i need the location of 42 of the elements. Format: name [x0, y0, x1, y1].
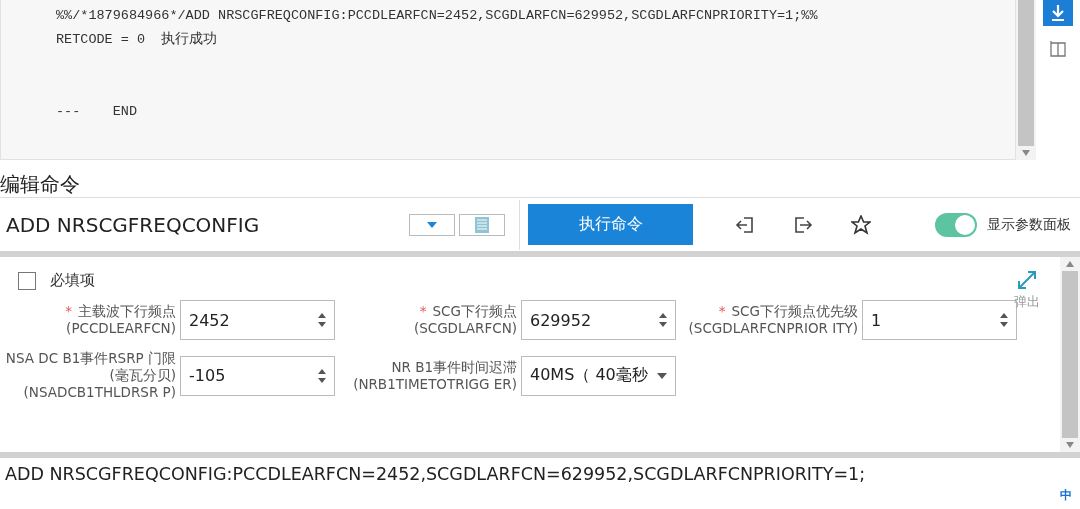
download-button[interactable]: [1043, 0, 1073, 26]
columns-icon[interactable]: [1049, 40, 1067, 58]
spinner-arrows-icon: [1000, 312, 1008, 328]
scrollbar-thumb[interactable]: [1062, 271, 1078, 438]
number-field[interactable]: -105: [180, 355, 335, 396]
output-line: %%/*1879684966*/ADD NRSCGFREQCONFIG:PCCDLEARFCN=2452,SCGDLARFCN=629952,SCGDLARFCNPRIORITY=1;%%: [56, 7, 819, 25]
command-field[interactable]: ADD NRSCGFREQCONFIG: [0, 199, 520, 250]
toggle-switch[interactable]: [935, 212, 977, 237]
field-label: * SCG下行频点 (SCGDLARFCN): [412, 303, 517, 337]
toggle-label: 显示参数面板: [987, 215, 1071, 234]
number-field[interactable]: 2452: [180, 300, 335, 340]
export-icon: [793, 215, 813, 234]
expand-icon[interactable]: [1016, 269, 1038, 291]
field-label: NSA DC B1事件RSRP 门限(毫瓦分贝) (NSADCB1THLDRSR P): [4, 350, 176, 401]
spinner-arrows-icon: [318, 312, 326, 328]
caret-icon: [427, 221, 437, 228]
field-label: NR B1事件时间迟滞 (NRB1TIMETOTRIGG ER): [352, 358, 517, 393]
output-line: --- END: [56, 103, 138, 121]
field-label: * SCG下行频点优先级 (SCGDLARFCNPRIOR ITY): [687, 303, 858, 337]
list-button[interactable]: [459, 213, 505, 236]
scroll-down-icon[interactable]: [1022, 150, 1030, 156]
spinner-arrows-icon: [318, 367, 326, 384]
command-preview: ADD NRSCGFREQCONFIG:PCCDLEARFCN=2452,SCGDLARFCN=629952,SCGDLARFCNPRIORITY=1;: [5, 464, 866, 484]
run-button[interactable]: 执行命令: [528, 204, 693, 245]
dropdown-button[interactable]: [409, 213, 455, 236]
import-icon: [735, 215, 755, 234]
scroll-down-icon[interactable]: [1066, 442, 1074, 448]
checkbox-label: 必填项: [50, 271, 95, 290]
star-icon: [851, 214, 871, 235]
dropdown-field[interactable]: 40MS（ 40毫秒: [521, 355, 676, 396]
scrollbar-thumb[interactable]: [1018, 0, 1034, 146]
field-label: * 主载波下行频点 (PCCDLEARFCN): [64, 303, 176, 337]
number-field[interactable]: 629952: [521, 300, 676, 340]
number-field[interactable]: 1: [862, 300, 1017, 340]
checkbox[interactable]: [18, 271, 36, 290]
download-icon: [1050, 4, 1066, 22]
spinner-arrows-icon: [659, 312, 667, 328]
scroll-up-icon[interactable]: [1066, 261, 1074, 267]
caret-icon: [657, 372, 667, 379]
section-title: 编辑命令: [0, 171, 81, 197]
list-icon: [475, 216, 489, 233]
output-line: RETCODE = 0 执行成功: [56, 30, 219, 49]
